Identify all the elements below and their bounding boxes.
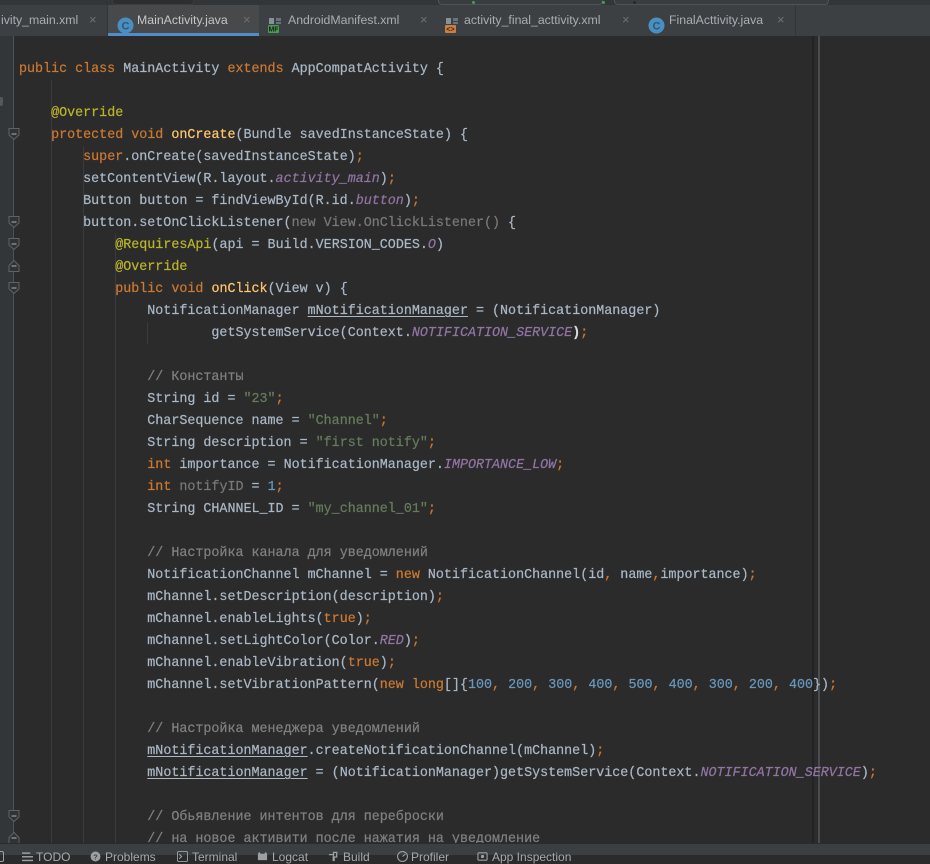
svg-text:C: C [653, 21, 661, 33]
svg-text:C: C [122, 21, 130, 33]
svg-text:?: ? [93, 852, 98, 861]
svg-text:<>: <> [446, 27, 454, 34]
svg-text:MF: MF [268, 27, 279, 34]
